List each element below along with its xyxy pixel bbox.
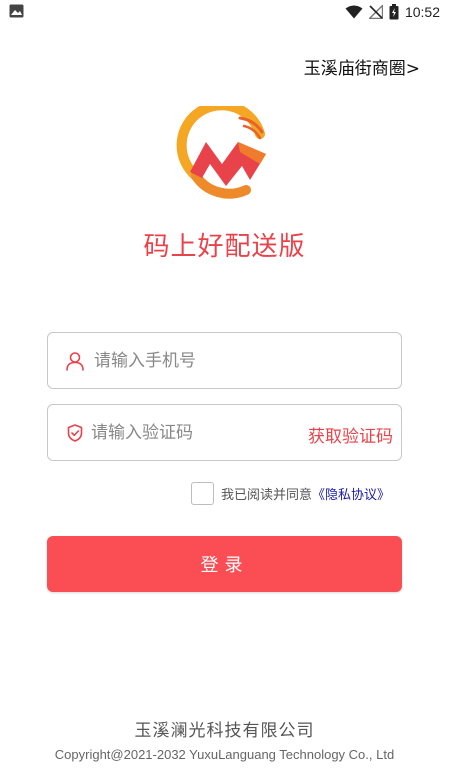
app-logo-icon <box>176 106 266 199</box>
get-code-button[interactable]: 获取验证码 <box>308 422 393 447</box>
image-icon <box>9 4 24 18</box>
copyright-text: Copyright@2021-2032 YuxuLanguang Technol… <box>54 747 395 762</box>
status-bar: 10:52 <box>0 0 449 24</box>
privacy-policy-link[interactable]: 《隐私协议》 <box>312 484 390 503</box>
no-signal-icon <box>368 5 383 19</box>
battery-icon <box>389 4 399 20</box>
phone-field-container <box>47 332 402 389</box>
status-icons: 10:52 <box>345 2 440 22</box>
shield-check-icon <box>67 424 83 442</box>
phone-input[interactable] <box>94 345 384 377</box>
user-icon <box>66 352 84 371</box>
status-time: 10:52 <box>404 4 440 20</box>
code-input[interactable] <box>91 417 291 449</box>
app-title: 码上好配送版 <box>143 232 306 262</box>
code-field-container: 获取验证码 <box>47 404 402 461</box>
login-button[interactable]: 登录 <box>47 536 402 592</box>
agreement-checkbox[interactable] <box>191 481 214 505</box>
company-name: 玉溪澜光科技有限公司 <box>134 721 315 741</box>
wifi-icon <box>345 5 363 19</box>
region-link[interactable]: 玉溪庙街商圈> <box>304 54 420 79</box>
agreement-text: 我已阅读并同意 <box>221 487 313 503</box>
agreement-row: 我已阅读并同意 《隐私协议》 <box>191 481 390 505</box>
